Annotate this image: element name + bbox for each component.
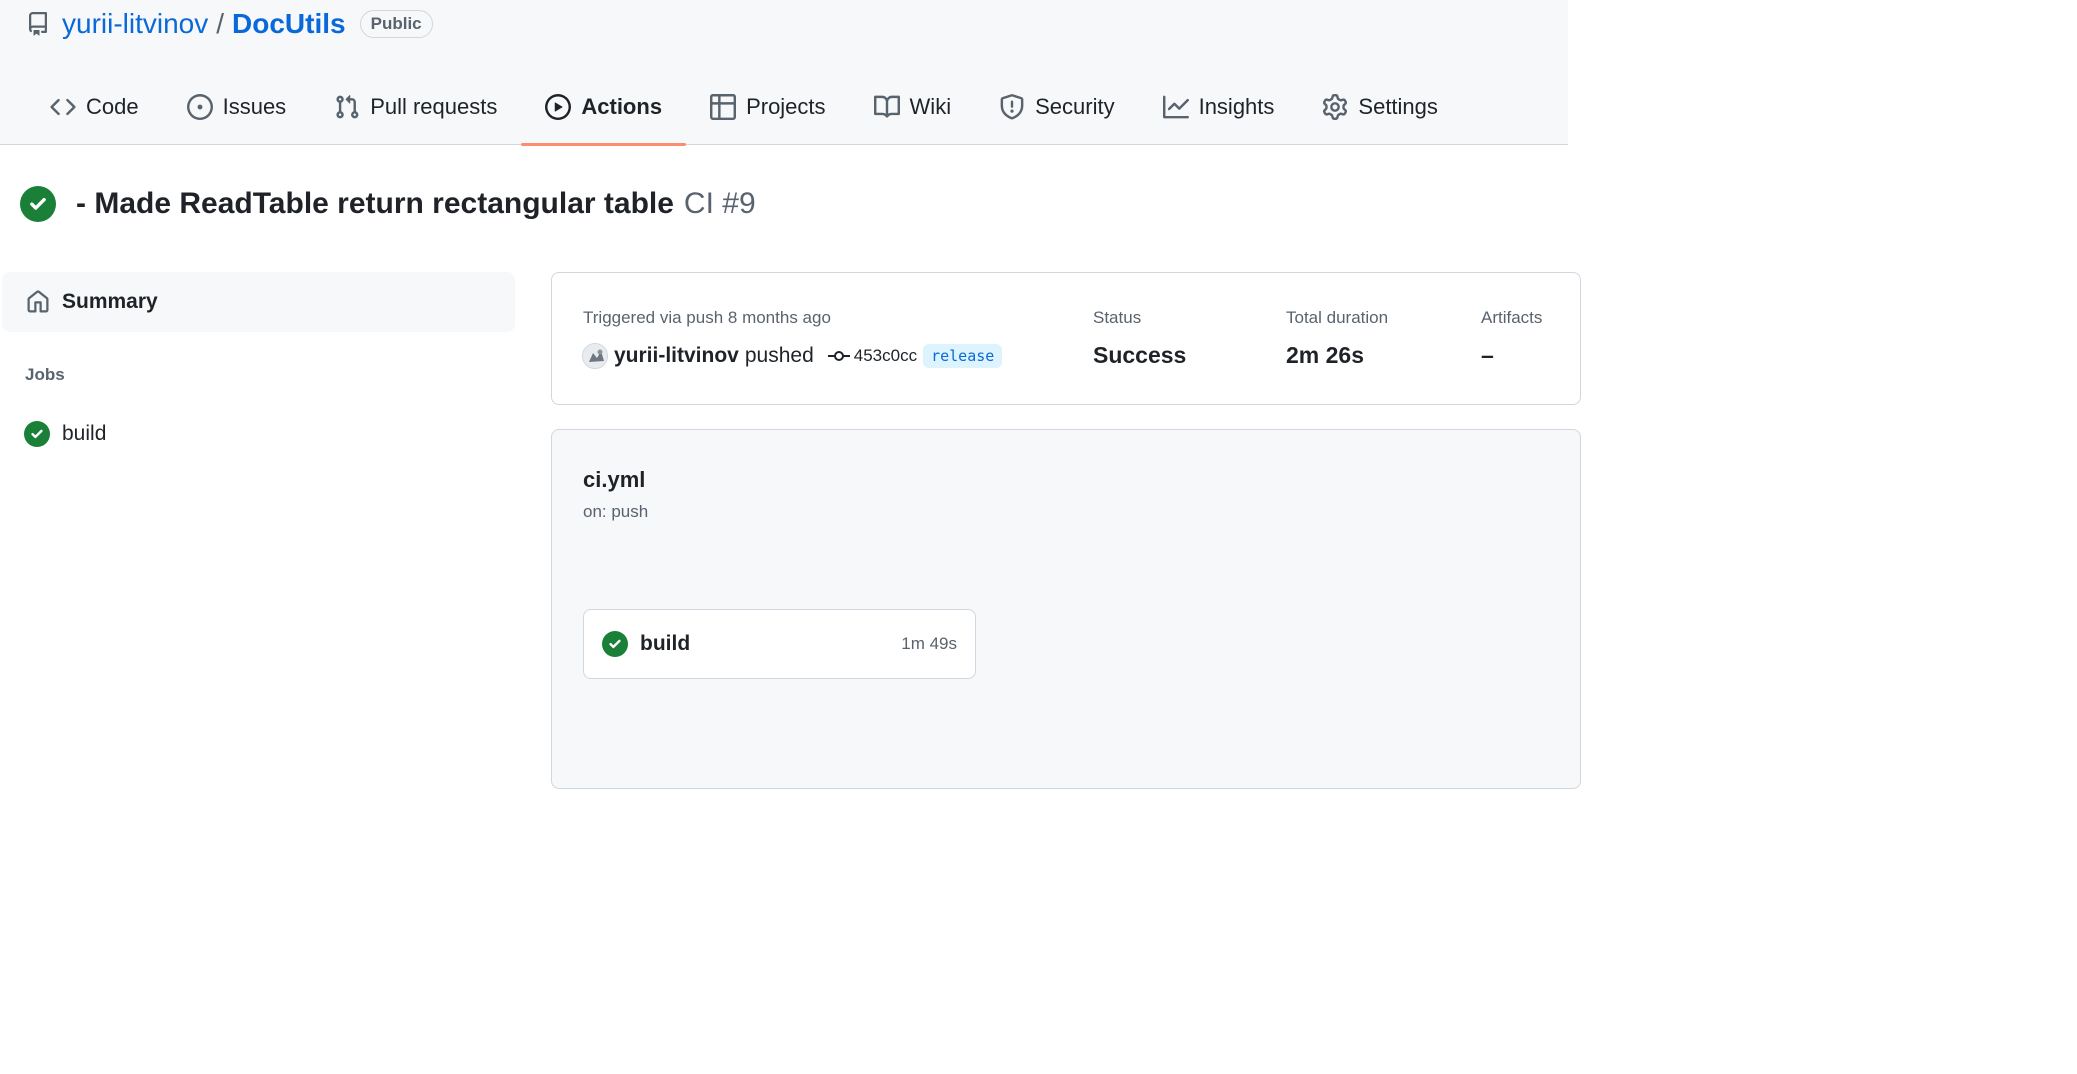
commit-icon <box>827 351 850 361</box>
artifacts-label: Artifacts <box>1481 308 1543 327</box>
tab-pull-requests[interactable]: Pull requests <box>310 82 521 145</box>
tab-actions[interactable]: Actions <box>521 82 686 146</box>
workflow-file-name: ci.yml <box>583 467 646 492</box>
status-label: Status <box>1093 308 1142 327</box>
jobs-heading: Jobs <box>25 365 65 384</box>
play-icon <box>545 94 572 120</box>
check-circle-icon <box>24 421 50 447</box>
table-icon <box>710 94 737 120</box>
check-circle-icon <box>602 631 628 657</box>
workflow-run-number: CI #9 <box>683 187 756 220</box>
tab-projects[interactable]: Projects <box>686 82 849 145</box>
repo-icon <box>28 12 47 36</box>
artifacts-column: Artifacts – <box>1481 308 1542 369</box>
visibility-badge: Public <box>359 10 433 38</box>
tab-label: Wiki <box>909 94 952 119</box>
trigger-details: yurii-litvinov pushed 453c0cc release <box>582 343 1003 369</box>
tab-code[interactable]: Code <box>26 82 163 145</box>
trigger-label: Triggered via push 8 months ago <box>583 308 831 327</box>
job-node-duration: 1m 49s <box>901 634 957 653</box>
repo-title: yurii-litvinov / DocUtils Public <box>26 6 433 42</box>
branch-badge[interactable]: release <box>923 344 1003 368</box>
repo-nav-tabs: Code Issues Pull requests Actions Projec… <box>26 82 1462 146</box>
workflow-trigger: on: push <box>583 502 649 521</box>
duration-column: Total duration 2m 26s <box>1286 308 1388 369</box>
run-title: - Made ReadTable return rectangular tabl… <box>20 186 756 222</box>
sidebar-item-label: build <box>62 422 107 445</box>
avatar-image <box>583 344 607 368</box>
job-node-name: build <box>640 632 691 655</box>
tab-security[interactable]: Security <box>975 82 1138 145</box>
gear-icon <box>1323 94 1348 120</box>
shield-icon <box>1000 94 1024 120</box>
job-node-build[interactable]: build 1m 49s <box>583 609 976 679</box>
issue-icon <box>186 94 213 120</box>
tab-label: Security <box>1035 94 1115 119</box>
run-summary-card: Triggered via push 8 months ago yurii-li… <box>551 272 1581 405</box>
repo-separator: / <box>216 8 225 39</box>
sidebar-item-label: Summary <box>62 290 158 313</box>
home-icon <box>27 290 49 313</box>
tab-label: Issues <box>222 94 287 119</box>
tab-label: Insights <box>1198 94 1275 119</box>
sidebar-item-job-build[interactable]: build <box>24 421 106 447</box>
tab-label: Code <box>86 94 139 119</box>
book-icon <box>873 95 900 118</box>
graph-icon <box>1162 95 1189 119</box>
tab-label: Projects <box>746 94 826 119</box>
avatar[interactable] <box>582 343 608 369</box>
tab-insights[interactable]: Insights <box>1139 82 1299 145</box>
tab-issues[interactable]: Issues <box>163 82 311 145</box>
tab-label: Settings <box>1358 94 1438 119</box>
status-column: Status Success <box>1093 308 1186 369</box>
check-circle-icon <box>20 186 56 222</box>
code-icon <box>50 98 76 116</box>
sidebar-item-summary[interactable]: Summary <box>2 272 515 332</box>
pull-request-icon <box>336 94 359 119</box>
commit-sha: 453c0cc <box>853 346 918 365</box>
tab-settings[interactable]: Settings <box>1298 82 1462 145</box>
status-value: Success <box>1093 342 1187 368</box>
repo-name-link[interactable]: DocUtils <box>232 6 346 42</box>
duration-label: Total duration <box>1286 308 1389 327</box>
commit-link[interactable]: 453c0cc <box>827 346 918 366</box>
repo-header: yurii-litvinov / DocUtils Public Code Is… <box>0 0 1568 146</box>
artifacts-value: – <box>1481 342 1494 368</box>
run-title-text: - Made ReadTable return rectangular tabl… <box>76 187 674 220</box>
repo-owner-link[interactable]: yurii-litvinov <box>62 6 208 42</box>
tab-wiki[interactable]: Wiki <box>850 82 976 145</box>
push-action-text: pushed <box>744 344 814 367</box>
tab-label: Pull requests <box>370 94 498 119</box>
actor-link[interactable]: yurii-litvinov <box>614 344 739 368</box>
tab-label: Actions <box>581 94 663 119</box>
workflow-graph-card: ci.yml on: push build 1m 49s <box>551 429 1581 789</box>
duration-value: 2m 26s <box>1286 342 1365 368</box>
